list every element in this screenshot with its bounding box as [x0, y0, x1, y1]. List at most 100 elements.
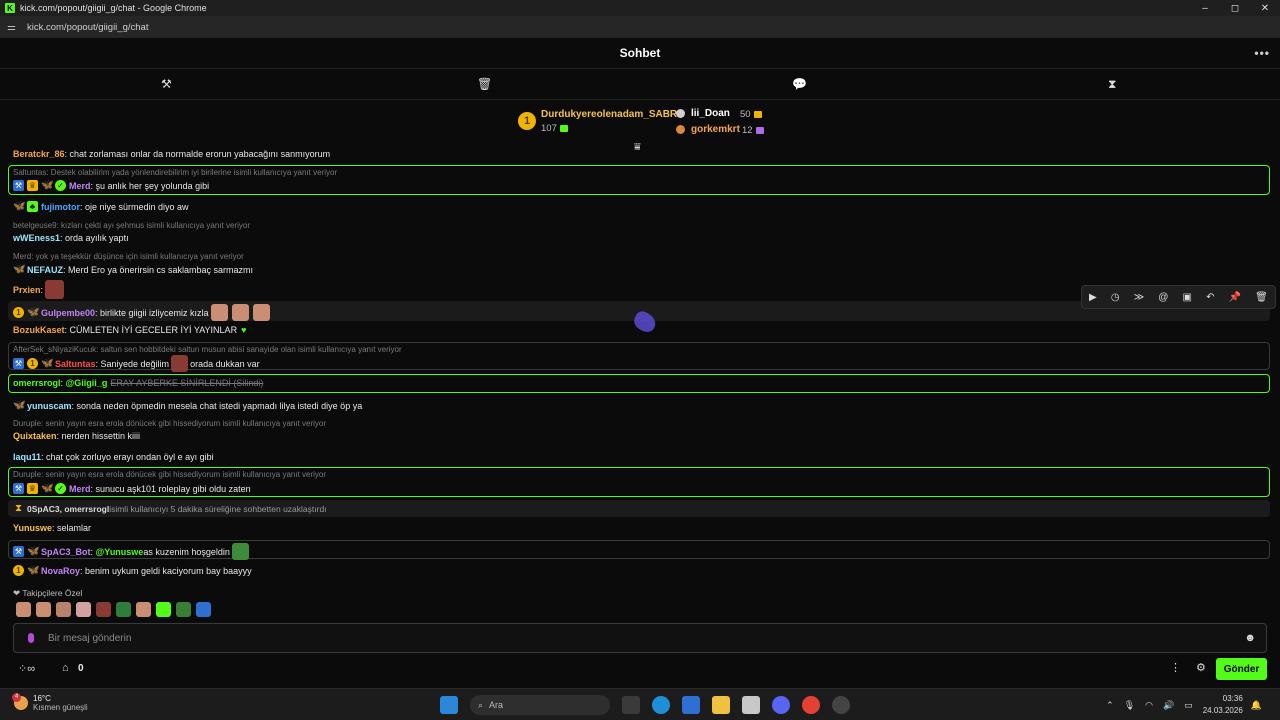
chat-input[interactable]: Bir mesaj gönderin ☻ — [13, 623, 1267, 653]
store-app-icon[interactable] — [682, 696, 700, 714]
emote-button[interactable] — [56, 602, 71, 617]
emote-button[interactable] — [156, 602, 171, 617]
butterfly-badge-icon: 🦋 — [27, 565, 40, 576]
reply-context[interactable]: AfterSek_sNiyaziKucuk: saltun sen hobbit… — [13, 345, 402, 354]
slow-mode-icon[interactable]: ≫ — [1134, 292, 1144, 303]
chat-message: 🦋 yunuscam: sonda neden öpmedin mesela c… — [13, 400, 363, 411]
weather-widget[interactable]: 4 16°C Kısmen güneşli — [12, 693, 88, 712]
leader-first-name[interactable]: Durdukyereolenadam_SABRI — [541, 109, 680, 120]
butterfly-badge-icon: 🦋 — [27, 307, 40, 318]
crown-badge-icon: ♛ — [27, 180, 38, 191]
pin-icon[interactable]: 📌 — [1229, 292, 1241, 303]
close-button[interactable]: ✕ — [1250, 3, 1280, 14]
chat-message: omerrsrogl: @Giigii_g ERAY AYBERKE SİNİR… — [13, 378, 264, 388]
butterfly-badge-icon: 🦋 — [41, 358, 54, 369]
gear-icon[interactable]: ⚙ — [1196, 661, 1206, 674]
microphone-icon[interactable] — [28, 633, 34, 643]
emote-button[interactable] — [16, 602, 31, 617]
hourglass-icon[interactable]: ⧗ — [1108, 77, 1116, 92]
chat-title: Sohbet — [619, 46, 661, 60]
reply-context[interactable]: betelgeuse9: kızları çekti ayı şehmus is… — [13, 221, 250, 230]
chat-message: 🦋 ♣ fujimotor: oje niye sürmedin diyo aw — [13, 201, 189, 212]
task-view-icon[interactable] — [622, 696, 640, 714]
minimize-button[interactable]: – — [1190, 3, 1220, 14]
reply-context[interactable]: Duruple: senin yayın esra erola dönücek … — [13, 419, 326, 428]
send-button[interactable]: Gönder — [1216, 658, 1267, 680]
emote-button[interactable] — [136, 602, 151, 617]
address-bar[interactable]: ⚌ kick.com/popout/giigii_g/chat — [0, 16, 1280, 38]
butterfly-badge-icon: 🦋 — [13, 400, 26, 411]
chat-message: Beratckr_86: chat zorlaması onlar da nor… — [13, 149, 331, 159]
windows-start-icon[interactable] — [440, 696, 458, 714]
reply-context[interactable]: Saltuntas: Destek olabilirim yada yönlen… — [13, 168, 337, 177]
emote-button[interactable] — [96, 602, 111, 617]
emote-button[interactable] — [76, 602, 91, 617]
leader-second-count: 50 — [740, 109, 762, 120]
play-icon[interactable]: ▶ — [1089, 292, 1097, 303]
file-explorer-icon[interactable] — [712, 696, 730, 714]
site-info-icon[interactable]: ⚌ — [7, 22, 21, 33]
chat-message: laqu11: chat çok zorluyo erayı ondan öyl… — [13, 452, 214, 462]
battery-icon[interactable]: ▭ — [1184, 700, 1193, 711]
clock-icon[interactable]: ◷ — [1111, 292, 1120, 303]
emote-image — [210, 304, 228, 321]
photos-icon[interactable] — [742, 696, 760, 714]
temperature: 16°C — [33, 694, 51, 703]
edge-icon[interactable] — [652, 696, 670, 714]
taskbar-clock[interactable]: 03:36 24.03.2026 — [1203, 693, 1243, 717]
chat-message: ⚒ ♛ 🦋 ✓ Merd: sunucu aşk101 roleplay gibi o… — [13, 483, 251, 494]
mod-toolbar: ⚒ 🗑 💬 ⧗ — [0, 69, 1280, 100]
store-icon[interactable]: ⌂ — [62, 662, 69, 674]
chat-message: ⚒ ♛ 🦋 ✓ Merd: şu anlık her şey yolunda gibi — [13, 180, 210, 191]
emote-button[interactable] — [176, 602, 191, 617]
chat-bubble-icon[interactable]: 💬 — [792, 77, 807, 91]
microphone-tray-icon[interactable]: 🎙 — [1124, 700, 1135, 711]
emote-image — [45, 280, 65, 299]
emote-button[interactable] — [36, 602, 51, 617]
gift-leaderboard: 1 Durdukyereolenadam_SABRI 107 lii_Doan … — [0, 100, 1280, 140]
taskbar-search[interactable]: ⌕ Ara — [470, 695, 610, 715]
emote-button[interactable] — [196, 602, 211, 617]
more-vertical-icon[interactable]: ⋮ — [1170, 661, 1181, 674]
gold-badge-icon: 1 — [13, 565, 24, 576]
mention-icon[interactable]: @ — [1158, 292, 1168, 303]
discord-icon[interactable] — [772, 696, 790, 714]
leader-third[interactable]: gorkemkrt — [676, 124, 740, 135]
url-text[interactable]: kick.com/popout/giigii_g/chat — [27, 22, 148, 33]
window-title: kick.com/popout/giigii_g/chat - Google C… — [20, 3, 207, 13]
more-options-icon[interactable]: ••• — [1254, 46, 1270, 60]
chat-message: Yunuswe: selamlar — [13, 523, 92, 533]
points-count: 0 — [78, 663, 84, 674]
hammer-icon[interactable]: ⚒ — [161, 77, 172, 91]
delete-icon[interactable]: 🗑 — [1255, 292, 1268, 303]
chat-message: Quixtaken: nerden hissettin kiiii — [13, 431, 141, 441]
green-heart-icon: ♥ — [241, 325, 247, 335]
leader-second[interactable]: lii_Doan — [676, 108, 730, 119]
search-icon: ⌕ — [478, 699, 484, 710]
undo-icon[interactable]: ↶ — [1206, 292, 1214, 303]
chat-message: ⚒ 1 🦋 Saltuntas: Saniyede değilim orada du… — [13, 355, 260, 372]
butterfly-badge-icon: 🦋 — [41, 180, 54, 191]
chat-input-placeholder[interactable]: Bir mesaj gönderin — [48, 633, 131, 644]
reply-context[interactable]: Merd: yok ya teşekkür düşünce için isiml… — [13, 252, 244, 261]
maximize-button[interactable]: ◻ — [1220, 3, 1250, 14]
copy-icon[interactable]: ▣ — [1183, 292, 1192, 303]
channel-points-icon[interactable]: ⁘∞ — [18, 662, 35, 675]
app-icon[interactable] — [832, 696, 850, 714]
volume-icon[interactable]: 🔊 — [1163, 700, 1174, 711]
chat-messages[interactable]: Beratckr_86: chat zorlaması onlar da nor… — [0, 146, 1280, 622]
chrome-icon[interactable] — [802, 696, 820, 714]
emoji-icon[interactable]: ☻ — [1244, 632, 1256, 644]
wifi-icon[interactable]: ◠ — [1145, 700, 1153, 711]
notification-bell-icon[interactable]: 🔔 — [1251, 700, 1262, 711]
gift-icon — [559, 124, 568, 132]
tray-chevron-icon[interactable]: ⌃ — [1106, 700, 1114, 711]
leader-third-count: 12 — [742, 125, 764, 136]
moderator-badge-icon: ⚒ — [13, 180, 24, 191]
chat-message: wWEness1: orda ayılık yaptı — [13, 233, 129, 243]
butterfly-badge-icon: 🦋 — [13, 264, 26, 275]
reply-context[interactable]: Duruple: senin yayın esra erola dönücek … — [13, 470, 326, 479]
emote-button[interactable] — [116, 602, 131, 617]
trash-icon[interactable]: 🗑 — [477, 77, 492, 91]
chat-footer: ⁘∞ ⌂ 0 ⋮ ⚙ Gönder — [0, 655, 1280, 685]
